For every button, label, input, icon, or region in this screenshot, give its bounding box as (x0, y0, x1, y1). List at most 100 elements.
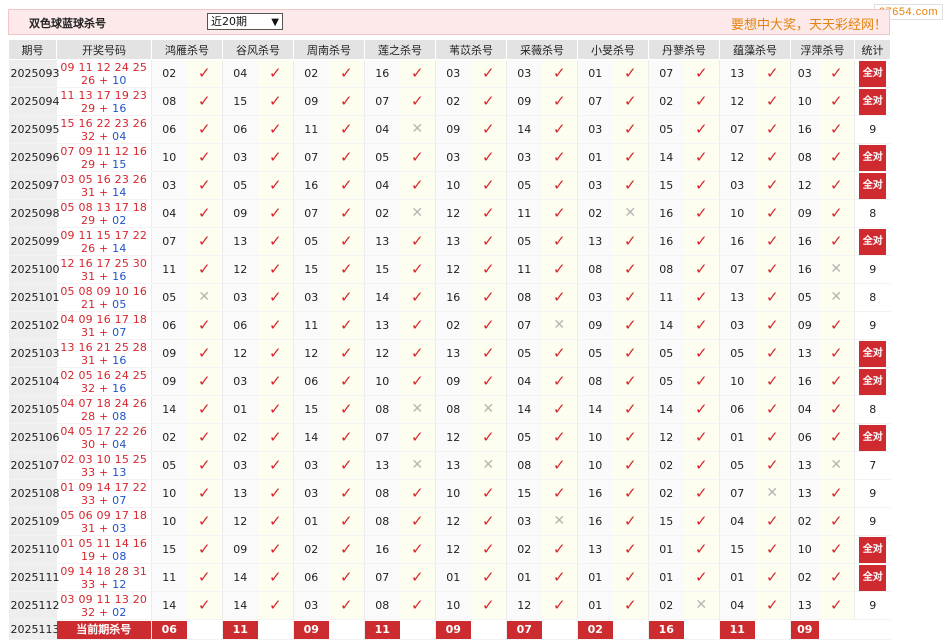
check-icon: ✓ (268, 203, 282, 222)
column-header-expert: 蕴藻杀号 (719, 39, 791, 60)
check-icon: ✓ (339, 63, 353, 82)
result-cell: ✓ (186, 255, 223, 284)
red-ball-last: 29 (80, 213, 96, 227)
kill-number: 14 (222, 563, 258, 592)
draw-second-line: 26 + 10 (57, 74, 152, 87)
all-correct-badge: 全对 (859, 424, 887, 451)
draw-numbers: 12 16 17 25 30 31 + 16 (56, 255, 152, 284)
check-icon: ✓ (268, 91, 282, 110)
kill-number: 15 (719, 535, 755, 564)
check-icon: ✓ (829, 91, 843, 110)
kill-number: 15 (151, 535, 187, 564)
kill-number: 10 (577, 423, 613, 452)
draw-second-line: 33 + 12 (57, 578, 152, 591)
kill-number: 12 (506, 591, 542, 620)
check-icon: ✓ (829, 343, 843, 362)
result-cell: ✓ (470, 535, 507, 564)
current-kill-number: 11 (223, 620, 258, 639)
check-icon: ✓ (694, 567, 708, 586)
check-icon: ✓ (552, 259, 566, 278)
check-icon: ✓ (197, 371, 211, 390)
red-balls-line: 03 05 16 23 26 (60, 172, 148, 186)
red-balls-line: 04 05 17 22 26 (60, 424, 148, 438)
kill-number: 08 (364, 591, 400, 620)
check-icon: ✓ (765, 399, 779, 418)
result-cell: ✓ (612, 171, 649, 200)
plus-sign: + (95, 213, 113, 227)
kill-number: 10 (435, 479, 471, 508)
issue-number: 2025102 (8, 311, 60, 340)
check-icon: ✓ (481, 343, 495, 362)
column-header-expert: 采薇杀号 (506, 39, 578, 60)
check-icon: ✓ (829, 315, 843, 334)
plus-sign: + (95, 101, 113, 115)
red-balls-line: 13 16 21 25 28 (60, 340, 148, 354)
kill-number: 10 (719, 367, 755, 396)
check-icon: ✓ (829, 483, 843, 502)
check-icon: ✓ (339, 371, 353, 390)
draw-second-line: 33 + 13 (57, 466, 152, 479)
kill-number: 15 (648, 171, 684, 200)
kill-number: 14 (293, 423, 329, 452)
result-cell: ✓ (328, 311, 365, 340)
draw-second-line: 26 + 14 (57, 242, 152, 255)
check-icon: ✓ (268, 595, 282, 614)
stats-cell: 全对 (854, 367, 891, 396)
result-cell: ✓ (754, 339, 791, 368)
check-icon: ✓ (197, 119, 211, 138)
cross-icon: ✕ (830, 457, 843, 473)
result-cell: ✓ (612, 87, 649, 116)
result-cell: ✓ (257, 199, 294, 228)
kill-number: 02 (151, 59, 187, 88)
result-cell: ✓ (683, 87, 720, 116)
check-icon: ✓ (197, 231, 211, 250)
draw-numbers: 09 14 18 28 31 33 + 12 (56, 563, 152, 592)
correct-count: 7 (869, 459, 877, 472)
result-cell: ✓ (683, 563, 720, 592)
stats-cell: 全对 (854, 423, 891, 452)
result-cell: ✓ (683, 255, 720, 284)
kill-number: 10 (719, 199, 755, 228)
result-cell: ✓ (470, 311, 507, 340)
result-cell: ✓ (186, 87, 223, 116)
blue-ball: 10 (112, 73, 127, 87)
result-cell: ✓ (399, 255, 436, 284)
result-cell: ✓ (399, 535, 436, 564)
check-icon: ✓ (268, 567, 282, 586)
kill-number: 01 (648, 563, 684, 592)
kill-number: 04 (506, 367, 542, 396)
check-icon: ✓ (623, 91, 637, 110)
result-cell: ✓ (257, 563, 294, 592)
check-icon: ✓ (765, 455, 779, 474)
result-cell: ✓ (328, 367, 365, 396)
kill-number: 07 (364, 87, 400, 116)
result-cell: ✓ (818, 143, 855, 172)
result-cell: ✓ (541, 59, 578, 88)
result-cell: ✓ (470, 479, 507, 508)
kill-number: 13 (790, 339, 819, 368)
cross-icon: ✕ (411, 205, 424, 221)
kill-number: 04 (364, 171, 400, 200)
table-row: 2025101 05 08 09 10 16 21 + 05 05 ✕ 03 ✓ 03 ✓ 14 ✓… (8, 283, 891, 312)
red-ball-last: 33 (80, 493, 96, 507)
kill-number-table: 期号 开奖号码 鸿雁杀号 谷风杀号 周南杀号 莲之杀号 苇苡杀号 采薇杀号 小旻… (8, 39, 891, 640)
kill-number: 07 (364, 423, 400, 452)
result-cell: ✓ (541, 367, 578, 396)
period-select[interactable]: 近20期 ▼ (207, 13, 283, 30)
kill-number: 08 (506, 283, 542, 312)
result-cell: ✓ (257, 591, 294, 620)
red-ball-last: 28 (80, 409, 96, 423)
kill-number: 02 (293, 59, 329, 88)
kill-number: 03 (577, 115, 613, 144)
stats-cell: 9 (854, 591, 891, 620)
draw-second-line: 33 + 07 (57, 494, 152, 507)
result-cell: ✓ (399, 479, 436, 508)
check-icon: ✓ (268, 175, 282, 194)
cross-icon: ✕ (553, 317, 566, 333)
kill-number: 01 (293, 507, 329, 536)
check-icon: ✓ (829, 399, 843, 418)
stats-cell: 全对 (854, 171, 891, 200)
result-cell: ✓ (328, 171, 365, 200)
kill-number: 07 (719, 115, 755, 144)
table-header-row: 期号 开奖号码 鸿雁杀号 谷风杀号 周南杀号 莲之杀号 苇苡杀号 采薇杀号 小旻… (8, 39, 891, 60)
